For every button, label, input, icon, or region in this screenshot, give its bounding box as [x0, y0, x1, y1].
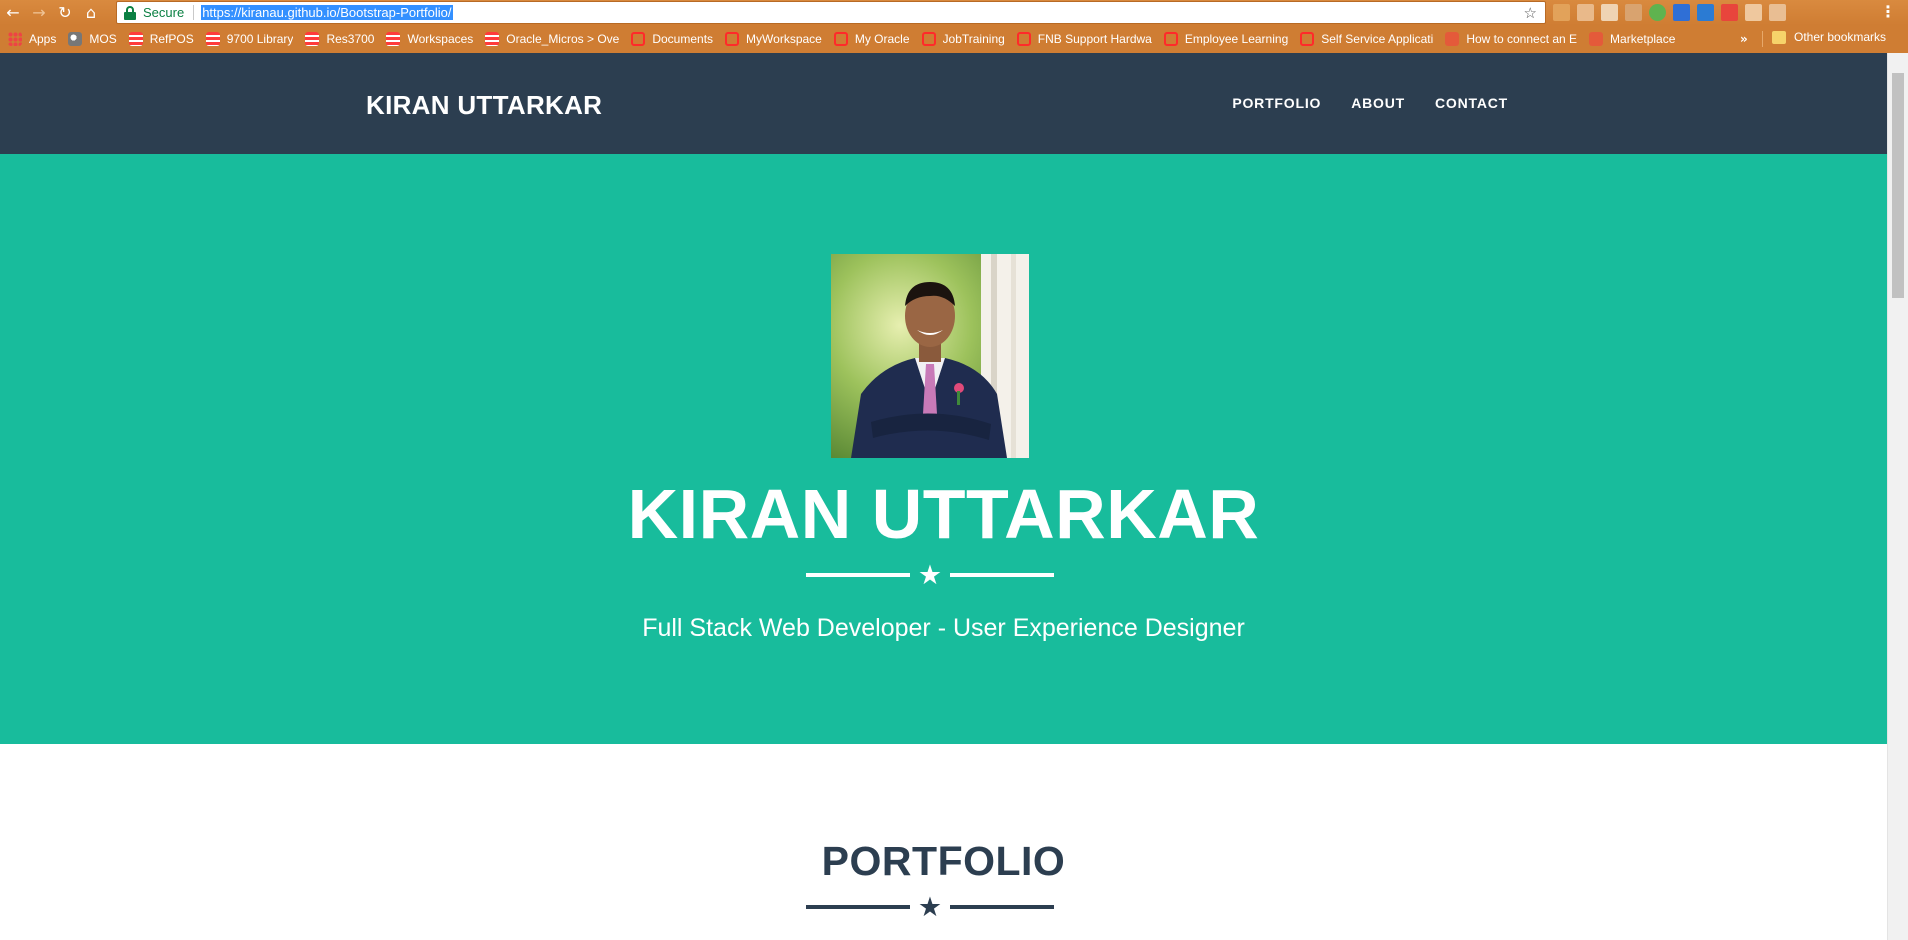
back-arrow-icon[interactable]: ← [0, 0, 26, 25]
bookmark-res3700[interactable]: Res3700 [305, 32, 374, 46]
bookmark-marketplace[interactable]: Marketplace [1589, 32, 1675, 46]
bookmark-apps[interactable]: Apps [8, 32, 56, 46]
extension-icon[interactable] [1745, 4, 1762, 21]
bookmark-fnb-support[interactable]: FNB Support Hardwa [1016, 32, 1152, 46]
profile-photo-illustration [831, 254, 1029, 458]
star-icon: ★ [917, 891, 943, 923]
hero-tagline: Full Stack Web Developer - User Experien… [642, 614, 1245, 642]
divider-line-right [950, 573, 1054, 577]
bookmark-mos[interactable]: MOS [68, 32, 117, 46]
nav-links: PORTFOLIO ABOUT CONTACT [1232, 95, 1508, 111]
oracle-icon [1163, 32, 1178, 46]
bookmarks-divider [1762, 31, 1763, 47]
bookmark-workspaces[interactable]: Workspaces [386, 32, 473, 46]
page-viewport: KIRAN UTTARKAR PORTFOLIO ABOUT CONTACT K… [0, 53, 1887, 940]
scrollbar-thumb[interactable] [1892, 73, 1904, 298]
extension-icons [1553, 4, 1786, 21]
bookmark-9700-library[interactable]: 9700 Library [205, 32, 293, 46]
oracle-icon [725, 32, 740, 46]
browser-menu-icon[interactable]: ⋮ [1880, 2, 1896, 21]
portfolio-star-divider: ★ [806, 892, 1054, 922]
bookmark-self-service[interactable]: Self Service Applicati [1300, 32, 1433, 46]
stack-icon [305, 32, 320, 46]
nav-link-contact[interactable]: CONTACT [1435, 95, 1508, 111]
forward-arrow-icon[interactable]: → [26, 0, 52, 25]
divider-line-left [806, 905, 910, 909]
extension-icon[interactable] [1577, 4, 1594, 21]
url-text[interactable]: https://kiranau.github.io/Bootstrap-Port… [201, 5, 453, 20]
browser-toolbar: ← → ↻ ⌂ Secure https://kiranau.github.io… [0, 0, 1908, 25]
lock-icon [124, 5, 138, 20]
star-icon: ★ [917, 559, 943, 591]
stack-icon [386, 32, 401, 46]
reload-icon[interactable]: ↻ [52, 0, 78, 25]
bookmarks-bar: Apps MOS RefPOS 9700 Library Res3700 Wor… [0, 25, 1908, 53]
profile-photo [831, 254, 1029, 458]
divider-line-right [950, 905, 1054, 909]
globe-icon [68, 32, 83, 46]
gift-icon [1445, 32, 1460, 46]
oracle-icon [921, 32, 936, 46]
site-navbar: KIRAN UTTARKAR PORTFOLIO ABOUT CONTACT [0, 53, 1887, 154]
folder-icon [1772, 30, 1786, 44]
nav-link-about[interactable]: ABOUT [1351, 95, 1405, 111]
address-bar[interactable]: Secure https://kiranau.github.io/Bootstr… [116, 1, 1546, 24]
omnibox-separator [193, 5, 195, 20]
bookmark-my-oracle[interactable]: My Oracle [833, 32, 910, 46]
extension-icon[interactable] [1553, 4, 1570, 21]
extension-icon[interactable] [1769, 4, 1786, 21]
gift-icon [1589, 32, 1604, 46]
extension-icon[interactable] [1697, 4, 1714, 21]
page-scrollbar[interactable] [1887, 53, 1908, 940]
bookmark-myworkspace[interactable]: MyWorkspace [725, 32, 822, 46]
oracle-icon [631, 32, 646, 46]
extension-icon[interactable] [1625, 4, 1642, 21]
extension-icon[interactable] [1601, 4, 1618, 21]
bookmark-refpos[interactable]: RefPOS [128, 32, 194, 46]
bookmark-jobtraining[interactable]: JobTraining [921, 32, 1005, 46]
extension-icon[interactable] [1721, 4, 1738, 21]
hero-name: KIRAN UTTARKAR [627, 475, 1260, 553]
home-icon[interactable]: ⌂ [78, 0, 104, 25]
hero-section: KIRAN UTTARKAR ★ Full Stack Web Develope… [0, 154, 1887, 744]
other-bookmarks[interactable]: Other bookmarks [1772, 30, 1886, 44]
divider-line-left [806, 573, 910, 577]
hero-star-divider: ★ [806, 560, 1054, 590]
bookmark-star-icon[interactable]: ☆ [1524, 4, 1537, 22]
apps-grid-icon [8, 32, 22, 46]
secure-label: Secure [143, 5, 185, 20]
portfolio-heading: PORTFOLIO [821, 838, 1066, 884]
extension-icon[interactable] [1649, 4, 1666, 21]
stack-icon [485, 32, 500, 46]
bookmark-employee-learning[interactable]: Employee Learning [1163, 32, 1288, 46]
nav-link-portfolio[interactable]: PORTFOLIO [1232, 95, 1321, 111]
oracle-icon [1016, 32, 1031, 46]
more-bookmarks-chevron-icon[interactable]: » [1740, 32, 1748, 46]
bookmark-oracle-micros[interactable]: Oracle_Micros > Ove [485, 32, 619, 46]
navbar-brand[interactable]: KIRAN UTTARKAR [366, 90, 602, 121]
bookmark-how-to-connect[interactable]: How to connect an E [1445, 32, 1577, 46]
oracle-icon [833, 32, 848, 46]
bookmark-documents[interactable]: Documents [631, 32, 713, 46]
stack-icon [205, 32, 220, 46]
oracle-icon [1300, 32, 1315, 46]
extension-icon[interactable] [1673, 4, 1690, 21]
stack-icon [128, 32, 143, 46]
